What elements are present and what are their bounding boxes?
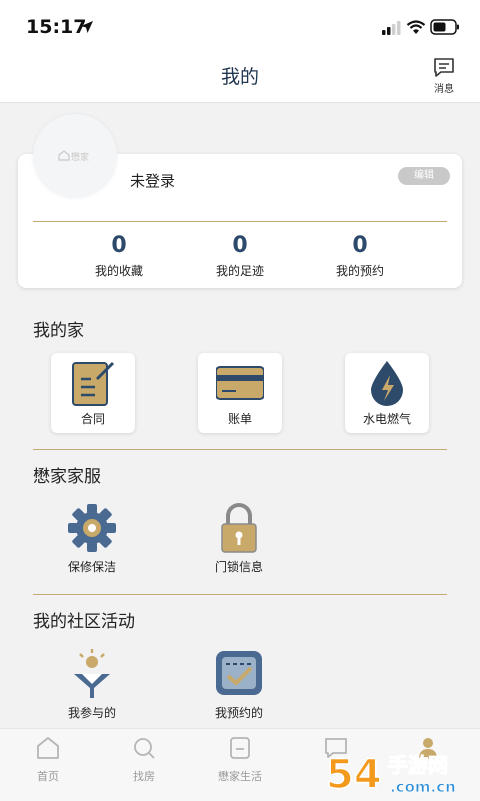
lock-icon xyxy=(221,503,257,553)
contract-icon xyxy=(72,361,115,406)
tab-find-house[interactable]: 找房 xyxy=(104,735,184,784)
home-icon xyxy=(37,737,59,759)
stat-label: 我的收藏 xyxy=(94,264,143,278)
stat-footprints[interactable]: 0 我的足迹 xyxy=(180,232,300,279)
service-label: 门锁信息 xyxy=(214,560,263,574)
watermark-domain: .com.cn xyxy=(390,778,456,796)
activity-label: 我预约的 xyxy=(214,706,263,720)
status-time: 15:17 xyxy=(26,16,87,38)
tab-label: 找房 xyxy=(133,770,155,783)
username[interactable]: 未登录 xyxy=(130,170,175,191)
stat-value: 0 xyxy=(232,233,248,258)
stat-label: 我的预约 xyxy=(335,264,384,278)
location-arrow-icon xyxy=(81,21,93,33)
stat-label: 我的足迹 xyxy=(215,264,264,278)
section-title-services: 懋家家服 xyxy=(33,467,101,487)
stat-value: 0 xyxy=(111,233,127,258)
section-divider xyxy=(33,449,447,450)
avatar[interactable]: 懋家 xyxy=(33,114,117,198)
service-label: 保修保洁 xyxy=(67,560,116,574)
door-lock-button[interactable]: 门锁信息 xyxy=(184,502,294,575)
tab-life[interactable]: 懋家生活 xyxy=(200,735,280,784)
section-divider xyxy=(33,594,447,595)
stat-value: 0 xyxy=(352,233,368,258)
tab-label: 懋家生活 xyxy=(218,770,262,783)
tab-home[interactable]: 首页 xyxy=(8,735,88,784)
stat-reservations[interactable]: 0 我的预约 xyxy=(300,232,420,279)
tile-label: 水电燃气 xyxy=(362,412,411,426)
reservation-icon xyxy=(216,651,262,695)
watermark-brand: 手游网 xyxy=(388,753,448,777)
contract-tile[interactable]: 合同 xyxy=(51,353,135,433)
tab-label: 首页 xyxy=(37,770,59,783)
cellular-signal-icon xyxy=(382,21,401,35)
search-icon xyxy=(134,738,155,759)
life-icon xyxy=(230,737,250,759)
section-title-my-home: 我的家 xyxy=(33,321,84,341)
watermark-number: 54 xyxy=(326,752,382,798)
activity-label: 我参与的 xyxy=(67,706,116,720)
bill-card-icon xyxy=(216,366,264,400)
my-reserved-button[interactable]: 我预约的 xyxy=(184,648,294,721)
participate-icon xyxy=(74,649,110,698)
message-icon[interactable] xyxy=(432,56,456,80)
status-bar: 15:17 xyxy=(0,0,480,56)
stat-favorites[interactable]: 0 我的收藏 xyxy=(59,232,179,279)
bill-tile[interactable]: 账单 xyxy=(198,353,282,433)
repair-cleaning-button[interactable]: 保修保洁 xyxy=(37,502,147,575)
my-participated-button[interactable]: 我参与的 xyxy=(37,648,147,721)
house-logo-icon xyxy=(58,150,70,161)
wifi-icon xyxy=(406,20,426,34)
gear-icon xyxy=(68,504,116,552)
avatar-logo-text: 懋家 xyxy=(71,153,90,163)
edit-button[interactable]: 编辑 xyxy=(398,167,450,185)
utilities-tile[interactable]: 水电燃气 xyxy=(345,353,429,433)
tile-label: 合同 xyxy=(80,412,105,426)
utilities-drop-icon xyxy=(371,361,403,406)
watermark-logo: 54 手游网 .com.cn xyxy=(325,751,456,798)
tile-label: 账单 xyxy=(227,412,252,426)
page-title: 我的 xyxy=(220,66,259,88)
top-navbar: 我的 消息 xyxy=(0,56,480,103)
battery-icon xyxy=(430,19,459,35)
message-label[interactable]: 消息 xyxy=(432,80,456,95)
divider xyxy=(33,221,447,222)
section-title-community: 我的社区活动 xyxy=(33,612,135,632)
